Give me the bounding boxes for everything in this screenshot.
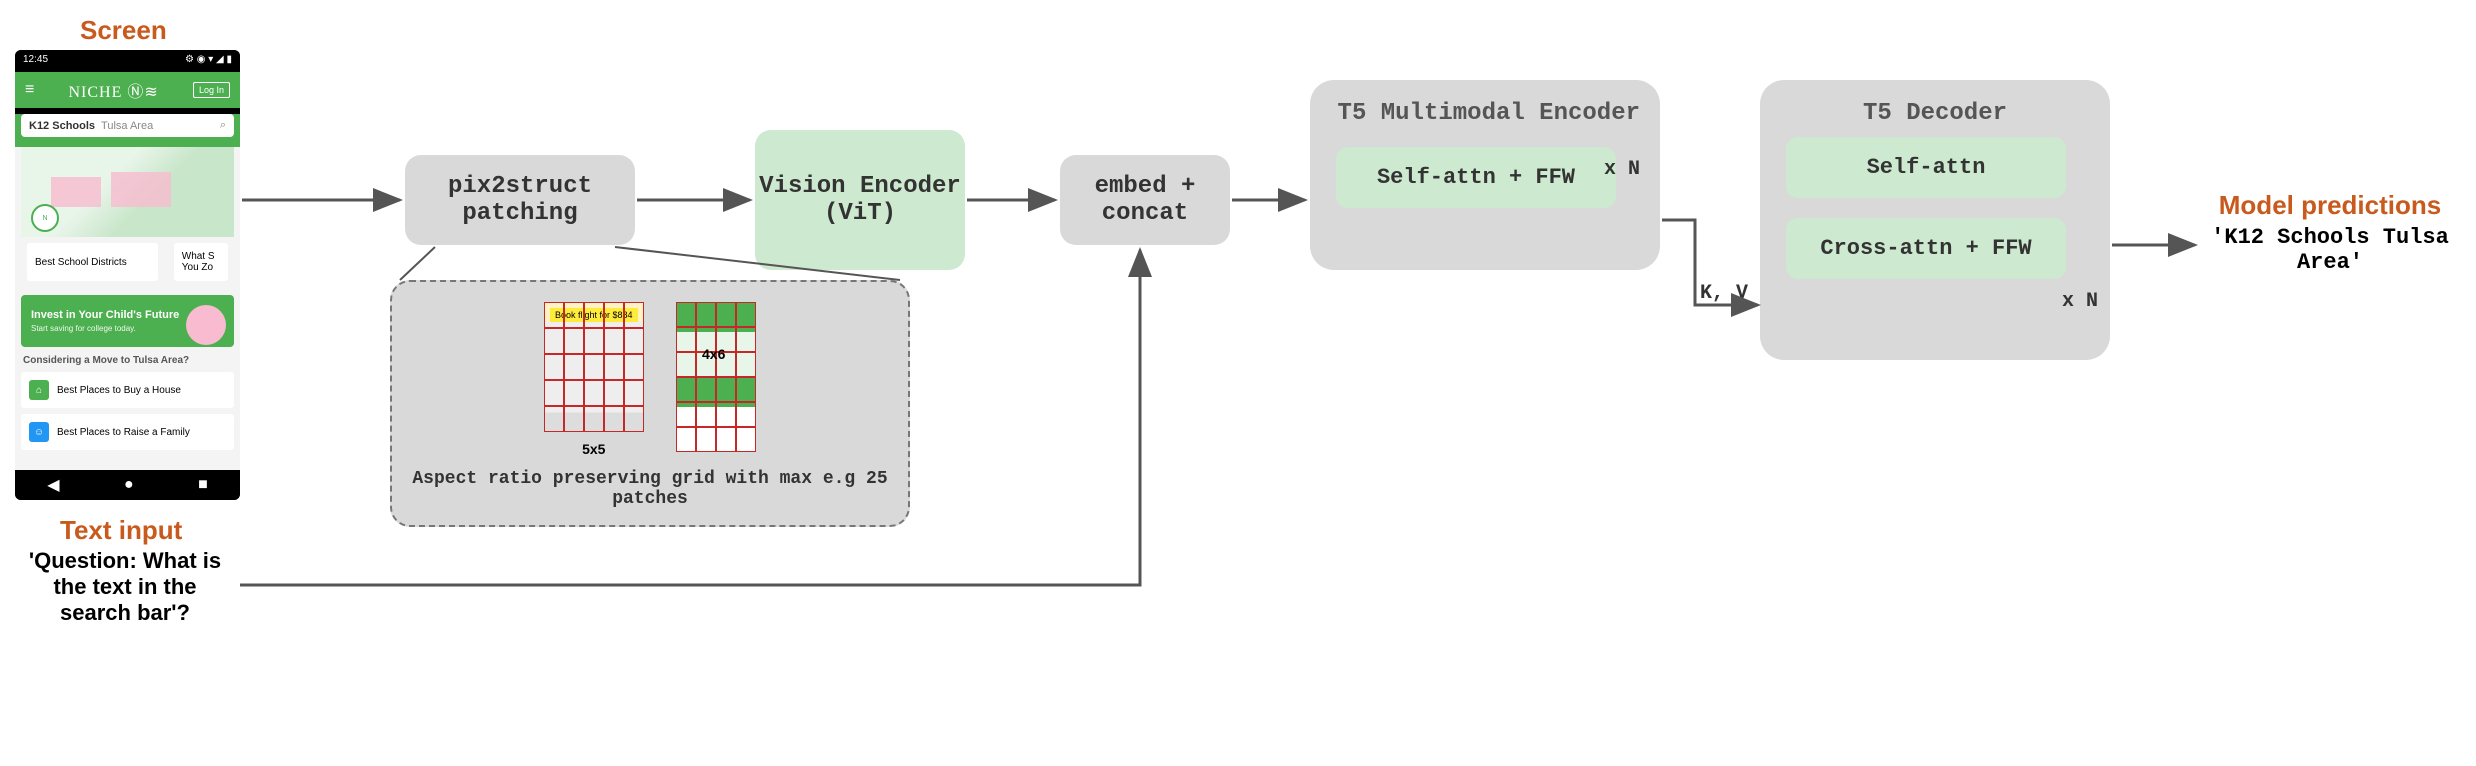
nav-home-icon: ●: [124, 476, 134, 494]
thumb-4x6: 4x6: [676, 302, 756, 457]
model-output-value: 'K12 Schools Tulsa Area': [2200, 225, 2460, 275]
family-icon: ☺: [29, 422, 49, 442]
thumb-5x5: Book flight for $884 5x5: [544, 302, 644, 457]
text-input-value: 'Question: What is the text in the searc…: [15, 548, 235, 626]
phone-navbar: ◀ ● ■: [15, 470, 240, 500]
nav-recent-icon: ■: [198, 476, 208, 494]
encoder-xn-label: x N: [1604, 158, 1640, 181]
thumb-4x6-label: 4x6: [702, 346, 725, 362]
t5-encoder-container: T5 Multimodal Encoder Self-attn + FFW x …: [1310, 80, 1660, 270]
search-label: K12 Schools: [29, 120, 95, 132]
decoder-self-attn-block: Self-attn: [1786, 137, 2066, 198]
card-what-s: What S You Zo: [174, 243, 228, 281]
decoder-xn-label: x N: [2062, 290, 2098, 313]
nav-back-icon: ◀: [47, 475, 59, 495]
login-button: Log In: [193, 82, 230, 98]
section-title: Considering a Move to Tulsa Area?: [23, 355, 232, 366]
phone-statusbar: 12:45 ⚙ ◉ ▾ ◢ ▮: [15, 50, 240, 72]
patch-caption: Aspect ratio preserving grid with max e.…: [408, 469, 892, 509]
thumb-5x5-label: 5x5: [544, 441, 644, 457]
screen-heading: Screen: [80, 15, 167, 46]
callout-line-left: [400, 247, 435, 280]
kv-label: K, V: [1700, 282, 1748, 305]
phone-map-area: N: [21, 147, 234, 237]
t5-encoder-title: T5 Multimodal Encoder: [1330, 100, 1640, 127]
phone-brand: NICHE Ⓝ≋: [69, 78, 159, 102]
vision-encoder-block: Vision Encoder (ViT): [755, 130, 965, 270]
house-icon: ⌂: [29, 380, 49, 400]
search-value: Tulsa Area: [101, 120, 220, 132]
phone-promo-card: Invest in Your Child's Future Start savi…: [21, 295, 234, 347]
encoder-self-attn-block: Self-attn + FFW: [1336, 147, 1616, 208]
phone-search-bar: K12 Schools Tulsa Area ⌕: [21, 114, 234, 137]
text-input-heading: Text input: [60, 515, 182, 546]
model-predictions-heading: Model predictions: [2200, 190, 2460, 221]
piggy-bank-icon: [186, 305, 226, 345]
niche-badge-icon: N: [31, 204, 59, 232]
row-raise-family: ☺ Best Places to Raise a Family: [21, 414, 234, 450]
t5-decoder-title: T5 Decoder: [1780, 100, 2090, 127]
screen-mockup: 12:45 ⚙ ◉ ▾ ◢ ▮ ≡ NICHE Ⓝ≋ Log In K12 Sc…: [15, 50, 240, 500]
row-buy-house: ⌂ Best Places to Buy a House: [21, 372, 234, 408]
patch-detail-box: Book flight for $884 5x5: [390, 280, 910, 527]
phone-header: ≡ NICHE Ⓝ≋ Log In: [15, 72, 240, 108]
grid-4x6-overlay: [676, 302, 756, 452]
embed-concat-block: embed + concat: [1060, 155, 1230, 245]
t5-decoder-container: T5 Decoder Self-attn Cross-attn + FFW x …: [1760, 80, 2110, 360]
hamburger-icon: ≡: [25, 81, 34, 99]
phone-signal-icon: ⚙ ◉ ▾ ◢ ▮: [185, 54, 232, 68]
card-best-districts: Best School Districts: [27, 243, 158, 281]
thumb-book-flight: Book flight for $884: [550, 308, 638, 322]
pix2struct-block: pix2struct patching: [405, 155, 635, 245]
decoder-cross-attn-block: Cross-attn + FFW: [1786, 218, 2066, 279]
search-icon: ⌕: [220, 119, 226, 132]
phone-time: 12:45: [23, 54, 48, 68]
